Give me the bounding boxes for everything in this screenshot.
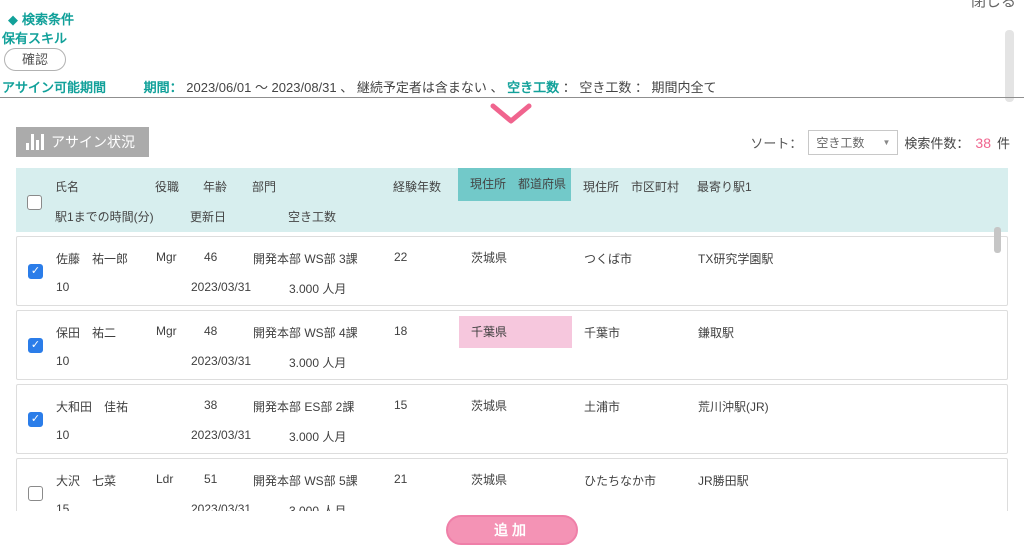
header-experience: 経験年数 [393, 178, 441, 195]
collapse-chevron-icon[interactable] [488, 102, 534, 131]
assign-status-badge: アサイン状況 [16, 127, 149, 157]
table-row[interactable]: 佐藤 祐一郎 Mgr 46 開発本部 WS部 3課 22 茨城県 つくば市 TX… [16, 236, 1008, 306]
cell-city: ひたちなか市 [584, 472, 656, 489]
header-updated: 更新日 [190, 208, 226, 225]
row-checkbox[interactable] [28, 486, 43, 501]
row-checkbox[interactable] [28, 412, 43, 427]
panel-scrollbar-thumb[interactable] [1005, 30, 1014, 102]
confirm-button[interactable]: 確認 [4, 48, 66, 71]
cell-city: 千葉市 [584, 324, 620, 341]
sort-row: ソート： 空き工数 ▼ 検索件数： 38 件 [750, 130, 1010, 155]
select-all-checkbox[interactable] [27, 195, 42, 210]
cell-dept: 開発本部 WS部 3課 [253, 250, 358, 267]
assign-status-label: アサイン状況 [51, 132, 135, 152]
cell-workload: 3.000 人月 [289, 280, 346, 297]
header-age: 年齢 [203, 178, 227, 195]
table-scrollbar-thumb[interactable] [994, 227, 1001, 253]
cell-station: 荒川沖駅(JR) [698, 398, 769, 415]
cell-prefecture: 茨城県 [459, 464, 572, 496]
cell-age: 48 [204, 324, 217, 338]
cell-age: 46 [204, 250, 217, 264]
divider [0, 97, 1024, 98]
header-station: 最寄り駅1 [697, 178, 752, 195]
period-label: 期間： [144, 80, 183, 95]
diamond-icon: ◆ [8, 12, 18, 27]
assign-period-row: アサイン可能期間 期間： 2023/06/01 ～ 2023/08/31 、 継… [2, 77, 1002, 96]
cell-updated: 2023/03/31 [191, 280, 251, 294]
cell-prefecture: 茨城県 [459, 242, 572, 274]
bar-chart-icon [26, 134, 44, 150]
cell-updated: 2023/03/31 [191, 354, 251, 368]
footer-bar: 追加 [0, 511, 1024, 554]
cell-name: 大和田 佳祐 [56, 398, 128, 415]
cell-name: 大沢 七菜 [56, 472, 116, 489]
search-conditions-title: ◆検索条件 [8, 9, 74, 28]
workload-value: ： 空き工数 ： 期間内全て [563, 80, 717, 95]
cell-station: 鎌取駅 [698, 324, 734, 341]
header-time-to-station: 駅1までの時間(分) [55, 208, 154, 225]
cell-dept: 開発本部 ES部 2課 [253, 398, 354, 415]
cell-prefecture: 茨城県 [459, 390, 572, 422]
cell-dept: 開発本部 WS部 5課 [253, 472, 358, 489]
header-name: 氏名 [55, 178, 79, 195]
cell-time-to-station: 10 [56, 280, 69, 294]
skill-label: 保有スキル [2, 28, 67, 47]
add-button[interactable]: 追加 [446, 515, 578, 545]
cell-prefecture: 千葉県 [459, 316, 572, 348]
cell-station: TX研究学園駅 [698, 250, 773, 267]
sort-select[interactable]: 空き工数 ▼ [808, 130, 898, 155]
cell-time-to-station: 10 [56, 354, 69, 368]
header-workload: 空き工数 [288, 208, 336, 225]
row-checkbox[interactable] [28, 338, 43, 353]
header-dept: 部門 [252, 178, 276, 195]
sort-label: ソート： [750, 133, 802, 152]
cell-city: 土浦市 [584, 398, 620, 415]
cell-experience: 21 [394, 472, 407, 486]
table-row[interactable]: 保田 祐二 Mgr 48 開発本部 WS部 4課 18 千葉県 千葉市 鎌取駅 … [16, 310, 1008, 380]
cell-time-to-station: 10 [56, 428, 69, 442]
header-prefecture: 現住所 都道府県 [458, 168, 571, 201]
cell-role: Ldr [156, 472, 173, 486]
result-count-value: 38 [975, 135, 991, 151]
cell-name: 保田 祐二 [56, 324, 116, 341]
assignee-table-body: 佐藤 祐一郎 Mgr 46 開発本部 WS部 3課 22 茨城県 つくば市 TX… [16, 236, 1008, 532]
sort-selected-value: 空き工数 [816, 134, 864, 151]
assign-period-label: アサイン可能期間 [2, 77, 140, 96]
close-button[interactable]: 閉じる [971, 0, 1016, 11]
cell-workload: 3.000 人月 [289, 354, 346, 371]
cell-name: 佐藤 祐一郎 [56, 250, 128, 267]
period-value: 2023/06/01 ～ 2023/08/31 、 継続予定者は含まない 、 [186, 80, 503, 95]
cell-age: 51 [204, 472, 217, 486]
chevron-down-icon: ▼ [882, 138, 890, 147]
cell-experience: 15 [394, 398, 407, 412]
cell-experience: 22 [394, 250, 407, 264]
table-header: 氏名 役職 年齢 部門 経験年数 現住所 都道府県 現住所 市区町村 最寄り駅1… [16, 168, 1008, 232]
cell-station: JR勝田駅 [698, 472, 749, 489]
cell-workload: 3.000 人月 [289, 428, 346, 445]
cell-experience: 18 [394, 324, 407, 338]
cell-updated: 2023/03/31 [191, 428, 251, 442]
header-role: 役職 [155, 178, 179, 195]
cell-role: Mgr [156, 324, 177, 338]
workload-label: 空き工数 [507, 80, 559, 95]
table-row[interactable]: 大和田 佳祐 38 開発本部 ES部 2課 15 茨城県 土浦市 荒川沖駅(JR… [16, 384, 1008, 454]
cell-role: Mgr [156, 250, 177, 264]
header-city: 現住所 市区町村 [583, 178, 679, 195]
row-checkbox[interactable] [28, 264, 43, 279]
cell-age: 38 [204, 398, 217, 412]
result-count-unit: 件 [997, 133, 1010, 152]
result-count-label: 検索件数： [904, 133, 969, 152]
cell-city: つくば市 [584, 250, 632, 267]
cell-dept: 開発本部 WS部 4課 [253, 324, 358, 341]
